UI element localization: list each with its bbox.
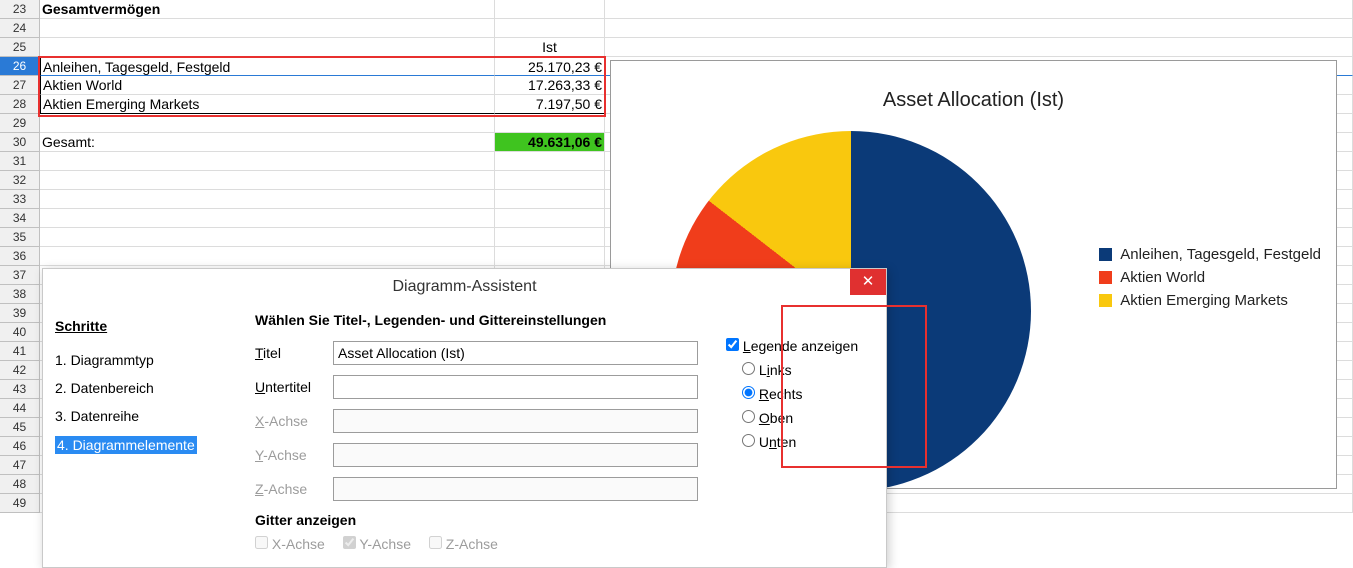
label-title: Titel xyxy=(255,345,333,361)
cell[interactable] xyxy=(605,19,1353,38)
row-header[interactable]: 33 xyxy=(0,190,40,209)
cell-b23[interactable] xyxy=(495,0,605,19)
legend-options: Legende anzeigen Links Rechts Oben Unten xyxy=(724,304,874,552)
grid-header: Gitter anzeigen xyxy=(255,512,724,528)
checkbox-grid-y: Y-Achse xyxy=(343,536,411,552)
row-header[interactable]: 46 xyxy=(0,437,40,456)
wizard-steps: Schritte 1. Diagrammtyp 2. Datenbereich … xyxy=(55,304,255,552)
cell-a23[interactable]: Gesamtvermögen xyxy=(40,0,495,19)
input-subtitle[interactable] xyxy=(333,375,698,399)
row-header[interactable]: 40 xyxy=(0,323,40,342)
cell-b26[interactable]: 25.170,23 € xyxy=(495,57,605,76)
row-header[interactable]: 43 xyxy=(0,380,40,399)
input-title[interactable] xyxy=(333,341,698,365)
legend-swatch-icon xyxy=(1099,271,1112,284)
legend-label: Aktien World xyxy=(1120,269,1205,286)
step-datenbereich[interactable]: 2. Datenbereich xyxy=(55,380,255,396)
row-header[interactable]: 36 xyxy=(0,247,40,266)
legend-label: Anleihen, Tagesgeld, Festgeld xyxy=(1120,246,1321,263)
cell-a27[interactable]: Aktien World xyxy=(40,76,495,95)
radio-legend-top[interactable]: Oben xyxy=(724,410,874,426)
cell-b30-total[interactable]: 49.631,06 € xyxy=(495,133,605,152)
row-header[interactable]: 45 xyxy=(0,418,40,437)
row-header[interactable]: 41 xyxy=(0,342,40,361)
row-header[interactable]: 25 xyxy=(0,38,40,57)
step-diagrammtyp[interactable]: 1. Diagrammtyp xyxy=(55,352,255,368)
cell[interactable] xyxy=(495,114,605,133)
row-header[interactable]: 28 xyxy=(0,95,40,114)
cell[interactable] xyxy=(40,114,495,133)
row-header[interactable]: 44 xyxy=(0,399,40,418)
row-header[interactable]: 34 xyxy=(0,209,40,228)
row-header-selected[interactable]: 26 xyxy=(0,57,40,76)
checkbox-grid-z: Z-Achse xyxy=(429,536,498,552)
chart-title: Asset Allocation (Ist) xyxy=(611,61,1336,112)
step-datenreihe[interactable]: 3. Datenreihe xyxy=(55,408,255,424)
close-icon: ✕ xyxy=(862,273,875,290)
row-header[interactable]: 23 xyxy=(0,0,40,19)
cell-b28[interactable]: 7.197,50 € xyxy=(495,95,605,114)
cell[interactable] xyxy=(605,38,1353,57)
chart-wizard-dialog: Diagramm-Assistent ✕ Schritte 1. Diagram… xyxy=(42,268,887,568)
checkbox-grid-x: X-Achse xyxy=(255,536,325,552)
legend-item: Anleihen, Tagesgeld, Festgeld xyxy=(1099,246,1321,263)
form-panel: Wählen Sie Titel-, Legenden- und Gittere… xyxy=(255,304,724,552)
cell-a26[interactable]: Anleihen, Tagesgeld, Festgeld xyxy=(40,57,495,76)
legend-swatch-icon xyxy=(1099,248,1112,261)
legend-label: Aktien Emerging Markets xyxy=(1120,292,1288,309)
chart-legend: Anleihen, Tagesgeld, Festgeld Aktien Wor… xyxy=(1099,246,1321,315)
row-header[interactable]: 48 xyxy=(0,475,40,494)
row-header[interactable]: 29 xyxy=(0,114,40,133)
cell[interactable] xyxy=(495,19,605,38)
step-diagrammelemente[interactable]: 4. Diagrammelemente xyxy=(55,436,197,454)
row-header[interactable]: 31 xyxy=(0,152,40,171)
cell[interactable] xyxy=(40,38,495,57)
legend-item: Aktien Emerging Markets xyxy=(1099,292,1321,309)
steps-header: Schritte xyxy=(55,318,255,334)
close-button[interactable]: ✕ xyxy=(850,269,886,295)
row-header[interactable]: 38 xyxy=(0,285,40,304)
form-header: Wählen Sie Titel-, Legenden- und Gittere… xyxy=(255,312,724,328)
row-header[interactable]: 39 xyxy=(0,304,40,323)
legend-swatch-icon xyxy=(1099,294,1112,307)
input-yaxis xyxy=(333,443,698,467)
row-header[interactable]: 49 xyxy=(0,494,40,513)
row-header[interactable]: 30 xyxy=(0,133,40,152)
checkbox-show-legend[interactable]: Legende anzeigen xyxy=(724,338,874,354)
label-subtitle: Untertitel xyxy=(255,379,333,395)
radio-legend-left[interactable]: Links xyxy=(724,362,874,378)
label-yaxis: Y-Achse xyxy=(255,447,333,463)
cell-rest[interactable] xyxy=(605,0,1353,19)
label-zaxis: Z-Achse xyxy=(255,481,333,497)
row-header[interactable]: 47 xyxy=(0,456,40,475)
cell-a30[interactable]: Gesamt: xyxy=(40,133,495,152)
cell[interactable] xyxy=(40,19,495,38)
row-header[interactable]: 24 xyxy=(0,19,40,38)
label-xaxis: X-Achse xyxy=(255,413,333,429)
dialog-title: Diagramm-Assistent ✕ xyxy=(43,269,886,304)
legend-item: Aktien World xyxy=(1099,269,1321,286)
input-xaxis xyxy=(333,409,698,433)
input-zaxis xyxy=(333,477,698,501)
row-header[interactable]: 42 xyxy=(0,361,40,380)
column-header-ist[interactable]: Ist xyxy=(495,38,605,57)
row-header[interactable]: 27 xyxy=(0,76,40,95)
cell-a28[interactable]: Aktien Emerging Markets xyxy=(40,95,495,114)
radio-legend-right[interactable]: Rechts xyxy=(724,386,874,402)
row-header[interactable]: 37 xyxy=(0,266,40,285)
cell-b27[interactable]: 17.263,33 € xyxy=(495,76,605,95)
row-header[interactable]: 32 xyxy=(0,171,40,190)
row-header[interactable]: 35 xyxy=(0,228,40,247)
radio-legend-bottom[interactable]: Unten xyxy=(724,434,874,450)
